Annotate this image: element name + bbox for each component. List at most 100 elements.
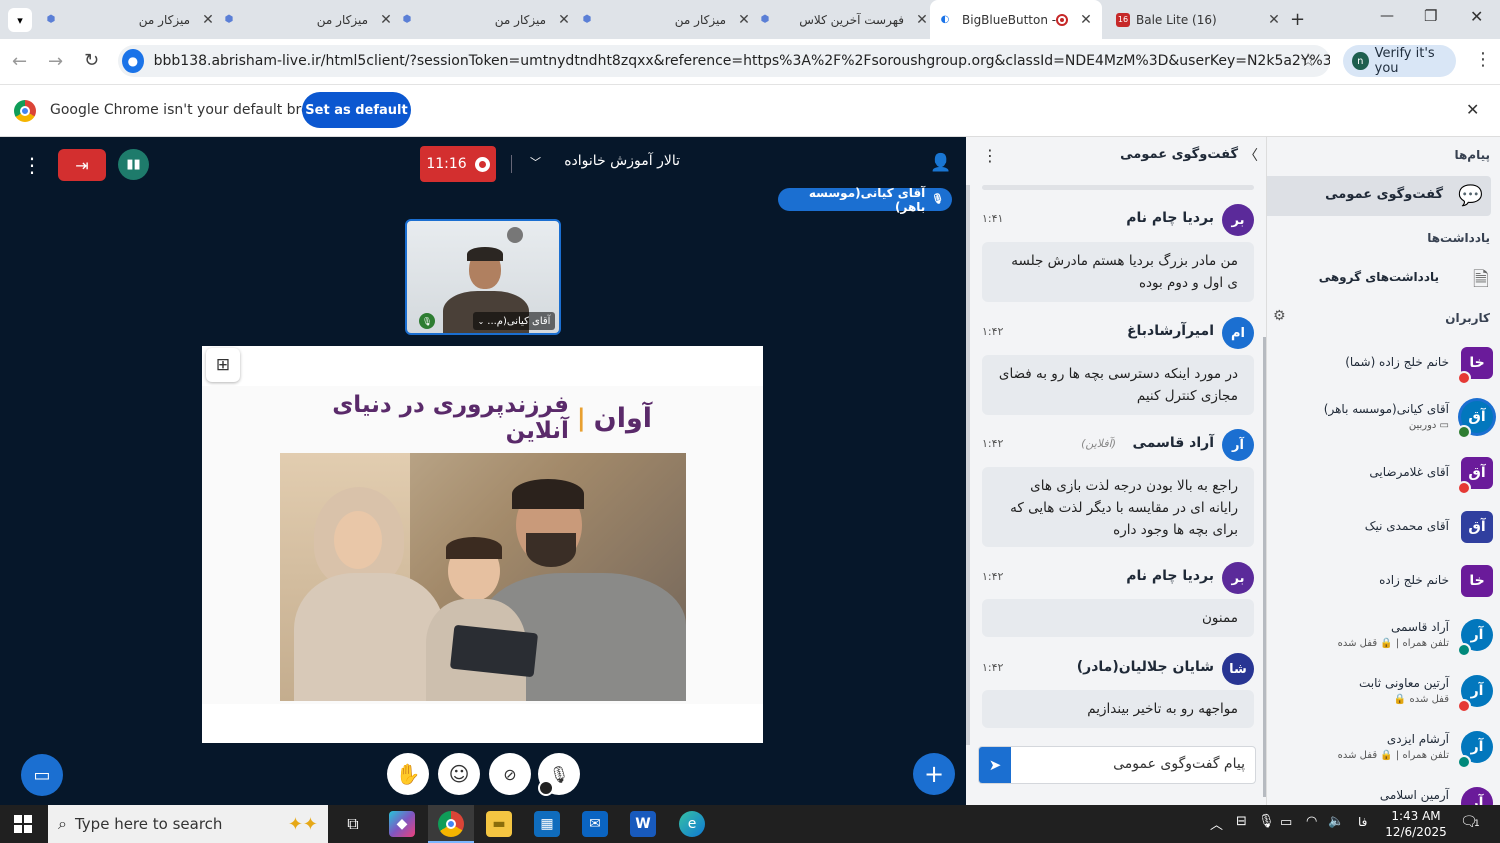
- input-language[interactable]: فا: [1358, 815, 1367, 829]
- camera-off-icon[interactable]: ⊘: [489, 753, 531, 795]
- microsoft-store-icon[interactable]: ▦: [534, 811, 560, 837]
- tray-mic-icon[interactable]: 🎙: [1258, 814, 1275, 829]
- send-icon[interactable]: ➤: [979, 747, 1011, 783]
- shared-notes-item[interactable]: یادداشت‌های گروهی 🗎: [1267, 257, 1500, 297]
- user-item[interactable]: آق آقای محمدی نیک: [1267, 504, 1500, 552]
- tab-5[interactable]: ⬢ فهرست آخرین کلاس ✕: [758, 0, 930, 39]
- infobar-close-icon[interactable]: ✕: [1466, 100, 1479, 119]
- notification-count: 1: [1474, 819, 1480, 829]
- user-item[interactable]: آر آرمین اسلامی: [1267, 780, 1500, 805]
- tab-close-icon[interactable]: ✕: [1078, 12, 1094, 28]
- minimize-icon[interactable]: —: [1380, 8, 1394, 24]
- user-settings-gear-icon[interactable]: ⚙: [1273, 308, 1286, 324]
- tray-device-icon[interactable]: ⊟: [1236, 814, 1247, 829]
- restore-icon[interactable]: ❐: [1424, 7, 1437, 25]
- set-as-default-button[interactable]: Set as default: [302, 92, 411, 128]
- volume-icon[interactable]: 🔈: [1328, 814, 1344, 829]
- tab-1[interactable]: ⬢ میزکار من ✕: [44, 0, 216, 39]
- chrome-menu-icon[interactable]: ⋮: [1474, 49, 1492, 70]
- recording-timer[interactable]: 11:16: [420, 146, 496, 182]
- user-item[interactable]: خا خانم خلج زاده: [1267, 558, 1500, 606]
- sender-name: شایان جلالیان(مادر): [1076, 659, 1214, 675]
- address-toolbar: ← → ↻ ● bbb138.abrisham-live.ir/html5cli…: [0, 39, 1500, 85]
- message-time: ۱:۴۲: [982, 437, 1004, 450]
- tab-active-bigbluebutton[interactable]: ◐ BigBlueButton - ✕: [930, 0, 1102, 39]
- slide-separator: |: [576, 404, 586, 432]
- user-sub: تلفن همراه | 🔒 قفل شده: [1337, 750, 1449, 761]
- tab-3[interactable]: ⬢ میزکار من ✕: [400, 0, 572, 39]
- file-explorer-icon[interactable]: ▬: [486, 811, 512, 837]
- battery-icon[interactable]: ▭: [1280, 815, 1292, 830]
- verify-profile-button[interactable]: n Verify it's you: [1343, 45, 1456, 77]
- tab-bale[interactable]: 16 Bale Lite (16) ✕: [1110, 0, 1282, 39]
- options-menu-icon[interactable]: ⋮: [22, 153, 42, 177]
- user-list-sidebar: پیام‌ها گفت‌وگوی عمومی 💬 یادداشت‌ها یادد…: [1266, 137, 1500, 805]
- user-item[interactable]: آق آقای کیانی(موسسه باهر) دوربین ▭: [1267, 394, 1500, 442]
- raise-hand-icon[interactable]: ✋: [387, 753, 429, 795]
- talking-indicator[interactable]: 🎙 آقای کیانی(موسسه باهر): [778, 186, 952, 214]
- leave-meeting-icon[interactable]: ⇥: [58, 149, 106, 181]
- clock-time: 1:43 AM: [1391, 809, 1441, 823]
- audio-settings-icon[interactable]: [538, 780, 554, 796]
- profile-avatar-icon: n: [1352, 52, 1369, 70]
- reload-icon[interactable]: ↻: [84, 50, 99, 71]
- new-tab-icon[interactable]: +: [1290, 9, 1305, 30]
- tab-close-icon[interactable]: ✕: [914, 12, 930, 28]
- windows-start-icon[interactable]: [14, 815, 32, 833]
- tab-2[interactable]: ⬢ میزکار من ✕: [222, 0, 394, 39]
- tablet-device: [449, 624, 539, 678]
- user-list-toggle-icon[interactable]: 👤: [930, 153, 951, 173]
- chat-input-box: ➤ پیام گفت‌وگوی عمومی: [978, 746, 1256, 784]
- tab-close-icon[interactable]: ✕: [1266, 12, 1282, 28]
- webcam-tile[interactable]: 🎙 آقای کیانی(م... ⌄: [405, 219, 561, 335]
- user-item[interactable]: آق آقای غلامرضایی: [1267, 450, 1500, 498]
- notes-heading: یادداشت‌ها: [1427, 231, 1490, 245]
- system-clock[interactable]: 1:43 AM 12/6/2025: [1385, 808, 1447, 840]
- url-bar[interactable]: ● bbb138.abrisham-live.ir/html5client/?s…: [118, 45, 1330, 77]
- word-icon[interactable]: W: [630, 811, 656, 837]
- chat-options-icon[interactable]: ⋮: [982, 146, 998, 165]
- edge-icon[interactable]: e: [679, 811, 705, 837]
- tab-search-dropdown-icon[interactable]: ▾: [8, 8, 32, 32]
- wifi-icon[interactable]: ◠: [1306, 814, 1317, 829]
- copilot-icon[interactable]: ◆: [389, 811, 415, 837]
- tab-close-icon[interactable]: ✕: [556, 12, 572, 28]
- presentation-toggle-icon[interactable]: ▭: [21, 754, 63, 796]
- forward-icon[interactable]: →: [48, 51, 63, 72]
- actions-plus-icon[interactable]: +: [913, 753, 955, 795]
- taskbar-search-box[interactable]: ⌕ Type here to search ✦✦: [48, 805, 328, 843]
- url-text: bbb138.abrisham-live.ir/html5client/?ses…: [153, 53, 1330, 69]
- user-item[interactable]: آر آراد قاسمی تلفن همراه | 🔒 قفل شده: [1267, 612, 1500, 660]
- users-heading: کاربران: [1445, 311, 1490, 325]
- connection-status-icon[interactable]: ▮▮: [118, 149, 149, 180]
- user-item[interactable]: خا خانم خلج زاده (شما): [1267, 340, 1500, 388]
- chevron-left-icon[interactable]: 〈: [1244, 145, 1258, 165]
- user-item[interactable]: آر آرشام ایزدی تلفن همراه | 🔒 قفل شده: [1267, 724, 1500, 772]
- bookmark-star-icon[interactable]: ☆: [1300, 50, 1316, 71]
- message-body: ممنون: [982, 599, 1254, 637]
- chrome-taskbar-icon[interactable]: [438, 811, 464, 837]
- presentation-menu-icon[interactable]: ⊞: [206, 348, 240, 382]
- chat-scrollbar[interactable]: [966, 185, 970, 745]
- tab-close-icon[interactable]: ✕: [200, 12, 216, 28]
- divider: [511, 155, 512, 173]
- site-info-mic-icon[interactable]: ●: [122, 49, 144, 73]
- mother-face: [334, 511, 382, 569]
- public-chat-item[interactable]: گفت‌وگوی عمومی 💬: [1267, 176, 1491, 216]
- tab-4[interactable]: ⬢ میزکار من ✕: [580, 0, 752, 39]
- task-view-icon[interactable]: ⧉: [340, 811, 366, 837]
- reactions-icon[interactable]: ☺: [438, 753, 480, 795]
- back-icon[interactable]: ←: [12, 51, 27, 72]
- father-beard: [526, 533, 576, 567]
- tab-close-icon[interactable]: ✕: [378, 12, 394, 28]
- chevron-up-icon[interactable]: ︿: [1210, 814, 1223, 833]
- window-close-icon[interactable]: ✕: [1470, 7, 1483, 26]
- chevron-down-icon[interactable]: ﹀: [530, 154, 541, 170]
- user-item[interactable]: آر آرتین معاونی ثابت 🔒 قفل شده: [1267, 668, 1500, 716]
- chat-input[interactable]: پیام گفت‌وگوی عمومی: [1019, 756, 1245, 772]
- tab-close-icon[interactable]: ✕: [736, 12, 752, 28]
- chevron-down-icon[interactable]: ⌄: [478, 317, 485, 326]
- tab-title: BigBlueButton -: [962, 12, 1056, 27]
- outlook-icon[interactable]: ✉: [582, 811, 608, 837]
- tab-title: میزکار من: [674, 12, 726, 27]
